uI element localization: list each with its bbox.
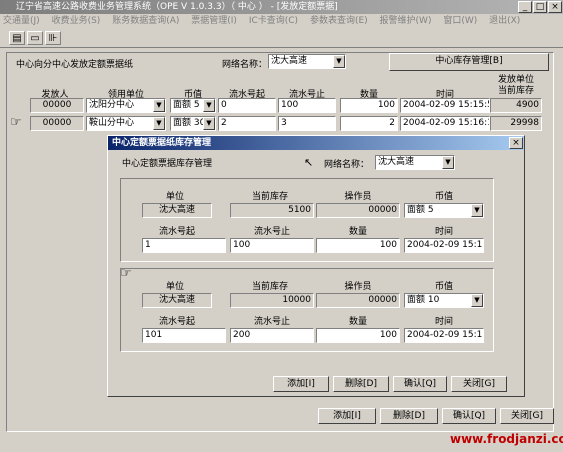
dialog-network-select[interactable]: 沈大高速 ▼	[375, 155, 455, 170]
g2-header-quantity: 数量	[348, 317, 367, 327]
g2-unit: 沈大高速	[142, 293, 212, 308]
main-close-button[interactable]: 关闭[G]	[500, 408, 554, 424]
dialog-add-button[interactable]: 添加[I]	[273, 376, 329, 392]
g2-denom-select[interactable]: 面额 10 ▼	[404, 293, 484, 308]
g1-serial-end[interactable]: 100	[230, 238, 314, 253]
main-confirm-button[interactable]: 确认[Q]	[442, 408, 496, 424]
row1-serial-end[interactable]: 100	[278, 98, 336, 113]
pointing-hand-icon: ☞	[10, 115, 22, 130]
g1-operator: 00000	[316, 203, 400, 218]
row1-unit-select[interactable]: 沈阳分中心 ▼	[86, 98, 166, 113]
row2-time: 2004-02-09 15:16:15	[400, 116, 490, 131]
col-issuer-stock: 发放单位 当前库存	[497, 75, 534, 96]
section-label: 中心向分中心发放定额票据纸	[16, 60, 134, 70]
chevron-down-icon: ▼	[203, 99, 215, 112]
g2-header-serial-start: 流水号起	[158, 317, 195, 327]
g2-time: 2004-02-09 15:18	[404, 328, 484, 343]
stock-dialog: 中心定额票据纸库存管理 × 中心定额票据库存管理 ↖ 网络名称： 沈大高速 ▼ 单…	[107, 135, 525, 397]
g2-quantity[interactable]: 100	[316, 328, 400, 343]
row1-time: 2004-02-09 15:15:55	[400, 98, 490, 113]
menu-ticket-management[interactable]: 票据管理(I)	[191, 16, 237, 26]
network-label: 网络名称：	[222, 60, 268, 70]
menu-toll-business[interactable]: 收费业务(S)	[52, 16, 101, 26]
chevron-down-icon: ▼	[203, 117, 215, 130]
row2-serial-end[interactable]: 3	[278, 116, 336, 131]
row1-denom-select[interactable]: 面额 5 ▼	[170, 98, 216, 113]
g2-header-unit: 单位	[165, 282, 184, 292]
cursor-icon: ↖	[304, 156, 314, 169]
g2-header-denom: 币值	[434, 282, 453, 292]
menu-param-query[interactable]: 参数表查询(E)	[310, 16, 368, 26]
cascade-icon[interactable]: ⊪	[45, 31, 61, 45]
dialog-title: 中心定额票据纸库存管理	[108, 136, 524, 150]
main-add-button[interactable]: 添加[I]	[318, 408, 376, 424]
g1-header-operator: 操作员	[344, 192, 372, 202]
minimize-button[interactable]: _	[518, 1, 532, 13]
g1-time: 2004-02-09 15:18	[404, 238, 484, 253]
window-title: 辽宁省高速公路收费业务管理系统（OPE V 1.0.3.3）（ 中心 ） - […	[0, 0, 563, 14]
stock-management-button[interactable]: 中心库存管理[B]	[389, 53, 549, 71]
g2-header-serial-end: 流水号止	[253, 317, 290, 327]
main-delete-button[interactable]: 删除[D]	[380, 408, 438, 424]
row2-quantity[interactable]: 2	[340, 116, 398, 131]
g1-header-stock: 当前库存	[251, 192, 288, 202]
g2-serial-start[interactable]: 101	[142, 328, 226, 343]
chevron-down-icon: ▼	[471, 204, 483, 217]
g1-denom-select[interactable]: 面额 5 ▼	[404, 203, 484, 218]
menu-alarm-maintenance[interactable]: 报警维护(W)	[380, 16, 432, 26]
row2-denom-select[interactable]: 面额 30 ▼	[170, 116, 216, 131]
row1-issuer: 00000	[30, 98, 84, 113]
menu-bar: 交通量(J) 收费业务(S) 账务数据查询(A) 票据管理(I) IC卡查询(C…	[0, 14, 563, 28]
g2-header-operator: 操作员	[344, 282, 372, 292]
chevron-down-icon: ▼	[333, 55, 345, 68]
row2-stock: 29998	[490, 116, 542, 131]
chevron-down-icon: ▼	[153, 117, 165, 130]
g1-header-serial-start: 流水号起	[158, 227, 195, 237]
g1-header-unit: 单位	[165, 192, 184, 202]
tile-icon[interactable]: ▤	[9, 31, 25, 45]
menu-accounts-query[interactable]: 账务数据查询(A)	[112, 16, 179, 26]
g2-operator: 00000	[316, 293, 400, 308]
menu-exit[interactable]: 退出(X)	[489, 16, 520, 26]
g1-header-denom: 币值	[434, 192, 453, 202]
row2-issuer: 00000	[30, 116, 84, 131]
dialog-section-label: 中心定额票据库存管理	[122, 159, 213, 169]
menu-window[interactable]: 窗口(W)	[443, 16, 477, 26]
g1-serial-start[interactable]: 1	[142, 238, 226, 253]
dialog-close-button[interactable]: ×	[509, 137, 523, 149]
dialog-delete-button[interactable]: 删除[D]	[333, 376, 389, 392]
g1-header-serial-end: 流水号止	[253, 227, 290, 237]
chevron-down-icon: ▼	[471, 294, 483, 307]
menu-traffic[interactable]: 交通量(J)	[3, 16, 40, 26]
window-icon[interactable]: ▭	[27, 31, 43, 45]
g1-stock: 5100	[230, 203, 314, 218]
g2-stock: 10000	[230, 293, 314, 308]
row1-serial-start[interactable]: 0	[218, 98, 276, 113]
dialog-close-btn[interactable]: 关闭[G]	[451, 376, 507, 392]
g1-header-quantity: 数量	[348, 227, 367, 237]
g1-quantity[interactable]: 100	[316, 238, 400, 253]
g2-header-stock: 当前库存	[251, 282, 288, 292]
dialog-confirm-button[interactable]: 确认[Q]	[393, 376, 447, 392]
row1-stock: 4900	[490, 98, 542, 113]
network-select[interactable]: 沈大高速 ▼	[268, 54, 346, 69]
g2-header-time: 时间	[434, 317, 453, 327]
dialog-network-label: 网络名称：	[324, 160, 370, 170]
maximize-button[interactable]: □	[533, 1, 547, 13]
chevron-down-icon: ▼	[153, 99, 165, 112]
toolbar: ▤ ▭ ⊪	[0, 28, 563, 48]
menu-ic-card-query[interactable]: IC卡查询(C)	[249, 16, 298, 26]
g1-header-time: 时间	[434, 227, 453, 237]
g2-serial-end[interactable]: 200	[230, 328, 314, 343]
close-button[interactable]: ×	[548, 1, 562, 13]
row2-unit-select[interactable]: 鞍山分中心 ▼	[86, 116, 166, 131]
watermark: www.frodjanzi.com	[450, 432, 563, 446]
chevron-down-icon: ▼	[442, 156, 454, 169]
row2-serial-start[interactable]: 2	[218, 116, 276, 131]
g1-unit: 沈大高速	[142, 203, 212, 218]
row1-quantity[interactable]: 100	[340, 98, 398, 113]
